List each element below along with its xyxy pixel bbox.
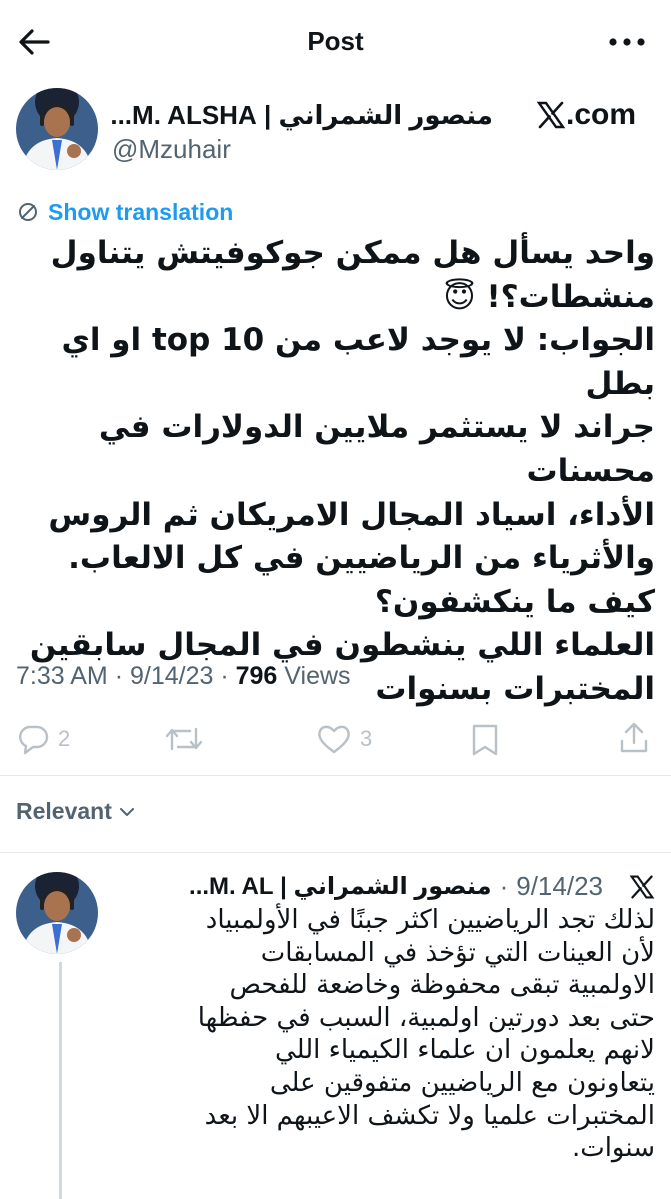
post-date[interactable]: 9/14/23 [130, 662, 213, 690]
post-meta: 7:33 AM · 9/14/23 · 796 Views [16, 662, 351, 691]
x-logo-icon [629, 874, 655, 899]
reply-text: لذلك تجد الرياضيين اكثر جبنًا في الأولمب… [197, 905, 655, 1164]
more-button[interactable] [604, 24, 650, 60]
reply-icon [19, 725, 49, 755]
avatar-image [16, 872, 98, 954]
post-text: واحد يسأل هل ممكن جوكوفيتش يتناول منشطات… [29, 235, 655, 707]
avatar-image [16, 88, 98, 170]
more-icon [609, 38, 645, 46]
post-actions: 2 3 [0, 715, 671, 765]
share-icon [620, 722, 648, 753]
reply-count: 2 [58, 726, 71, 751]
chevron-down-icon [119, 807, 134, 816]
reply-avatar[interactable] [16, 872, 98, 954]
reply-button[interactable]: 2 [16, 723, 70, 755]
repost-button[interactable] [164, 723, 204, 755]
meta-separator: · [114, 662, 124, 690]
top-bar: Post [0, 0, 671, 84]
sort-replies-dropdown[interactable]: Relevant [16, 798, 136, 825]
meta-separator: · [220, 662, 229, 690]
reply-separator: · [499, 871, 509, 901]
views-label: Views [284, 662, 351, 690]
reply-author-name[interactable]: منصور الشمراني | M. AL... [189, 872, 492, 901]
translate-icon [19, 203, 37, 221]
sort-label: Relevant [16, 798, 112, 824]
post-author-handle[interactable]: @Mzuhair [112, 134, 231, 165]
thread-line [59, 962, 62, 1199]
show-translation[interactable]: Show translation [16, 196, 233, 228]
like-button[interactable]: 3 [316, 723, 372, 755]
bookmark-button[interactable] [470, 723, 500, 757]
divider [0, 775, 671, 776]
page-title: Post [307, 26, 364, 56]
x-logo-icon [536, 101, 566, 129]
views-count: 796 [235, 662, 278, 690]
divider [0, 852, 671, 853]
reply-date[interactable]: 9/14/23 [516, 871, 603, 902]
bookmark-icon [472, 724, 498, 756]
source-label: .com [566, 98, 637, 131]
reply-header: 9/14/23 · منصور الشمراني | M. AL... [189, 871, 655, 902]
post-time[interactable]: 7:33 AM [16, 662, 108, 690]
like-count: 3 [360, 726, 373, 751]
share-button[interactable] [618, 721, 650, 755]
translate-label: Show translation [48, 198, 234, 225]
like-icon [318, 725, 350, 754]
source-link[interactable]: .com [536, 98, 636, 132]
post-author-name[interactable]: منصور الشمراني | M. ALSHA... [110, 100, 493, 131]
repost-icon [165, 727, 203, 751]
post-avatar[interactable] [16, 88, 98, 170]
